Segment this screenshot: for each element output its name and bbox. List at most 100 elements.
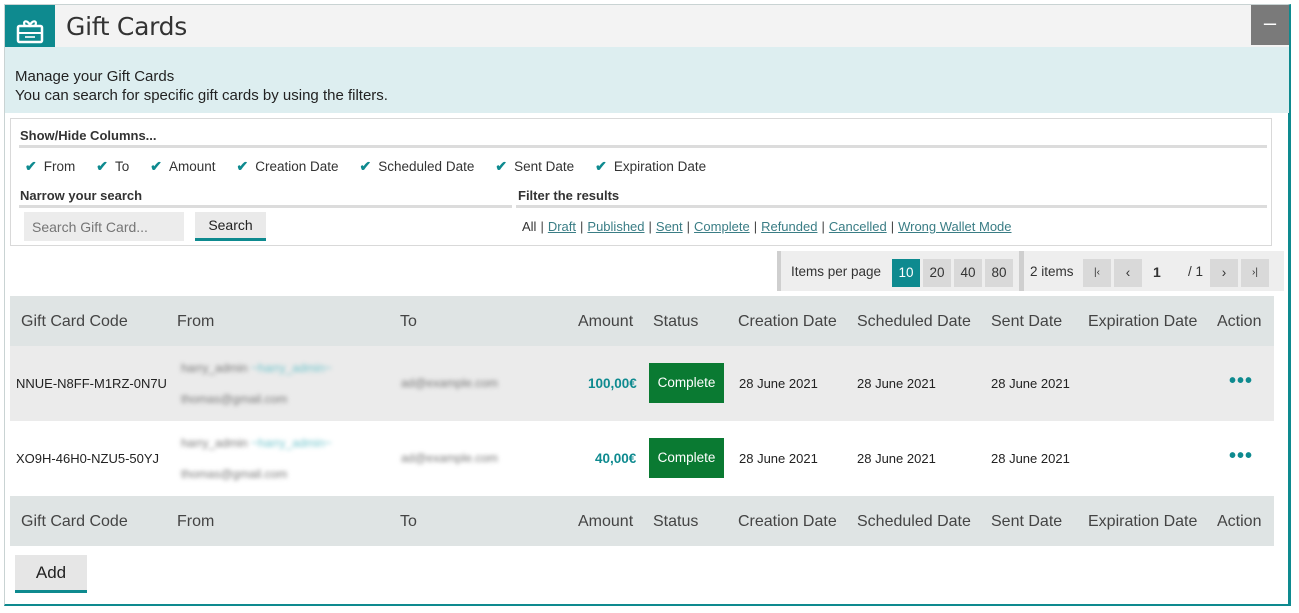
column-toggle-scheduled-date[interactable]: ✔ Scheduled Date [360, 158, 475, 175]
filter-wrong-wallet-mode[interactable]: Wrong Wallet Mode [898, 219, 1011, 234]
filter-refunded[interactable]: Refunded [761, 219, 817, 234]
page-size-10[interactable]: 10 [892, 259, 920, 287]
check-icon: ✔ [96, 158, 108, 174]
intro-line-1: Manage your Gift Cards [15, 68, 175, 85]
check-icon: ✔ [359, 158, 372, 174]
divider [516, 205, 1267, 208]
check-icon: ✔ [595, 158, 607, 174]
search-input[interactable] [24, 212, 184, 241]
col-amount[interactable]: Amount [578, 513, 633, 531]
filter-results-label: Filter the results [518, 188, 620, 203]
items-per-page-label: Items per page [791, 264, 882, 279]
column-toggle-to[interactable]: ✔ To [96, 158, 129, 175]
to-email: ad@example.com [401, 451, 498, 465]
column-toggle-sent-date[interactable]: ✔ Sent Date [495, 158, 574, 175]
col-action: Action [1217, 313, 1262, 330]
page-size-20[interactable]: 20 [923, 259, 951, 287]
check-icon: ✔ [150, 158, 162, 174]
divider [19, 205, 512, 208]
filter-draft[interactable]: Draft [548, 219, 576, 234]
check-icon: ✔ [495, 158, 508, 174]
show-hide-columns-label: Show/Hide Columns... [20, 128, 157, 143]
col-creation-date[interactable]: Creation Date [738, 313, 837, 331]
column-toggle-creation-date[interactable]: ✔ Creation Date [237, 158, 339, 175]
next-page-icon[interactable]: › [1210, 259, 1238, 287]
col-scheduled-date[interactable]: Scheduled Date [857, 313, 971, 331]
from-email: thomas@gmail.com [181, 467, 288, 481]
page-size-40[interactable]: 40 [954, 259, 982, 287]
col-sent-date[interactable]: Sent Date [991, 313, 1062, 331]
search-button[interactable]: Search [195, 212, 266, 241]
col-from[interactable]: From [177, 513, 214, 531]
total-pages: / 1 [1188, 264, 1204, 279]
panel-header: Gift Cards – [5, 5, 1289, 56]
col-creation-date[interactable]: Creation Date [738, 513, 837, 531]
col-status[interactable]: Status [653, 513, 698, 531]
col-amount[interactable]: Amount [578, 313, 633, 331]
intro-line-2: You can search for specific gift cards b… [15, 87, 388, 104]
current-page[interactable]: 1 [1153, 264, 1161, 280]
column-checkboxes: ✔ From ✔ To ✔ Amount ✔ Creation Date ✔ Schedu… [25, 158, 727, 175]
filter-sent[interactable]: Sent [656, 219, 683, 234]
col-to[interactable]: To [400, 313, 417, 331]
sent-date: 28 June 2021 [991, 376, 1070, 391]
from-email: thomas@gmail.com [181, 392, 288, 406]
table-row: XO9H-46H0-NZU5-50YJ harry_admin ~harry_a… [10, 421, 1274, 496]
col-expiration-date[interactable]: Expiration Date [1088, 313, 1197, 331]
column-toggle-expiration-date[interactable]: ✔ Expiration Date [595, 158, 706, 175]
col-scheduled-date[interactable]: Scheduled Date [857, 513, 971, 531]
from-name: harry_admin ~harry_admin~ [181, 361, 332, 375]
checkbox-label: To [114, 159, 130, 174]
col-gift-card-code[interactable]: Gift Card Code [21, 313, 128, 331]
table-footer: Gift Card Code From To Amount Status Cre… [10, 496, 1274, 546]
intro-box: Manage your Gift Cards You can search fo… [5, 47, 1289, 113]
checkbox-label: Amount [168, 159, 216, 174]
col-status[interactable]: Status [653, 313, 698, 331]
page-size-80[interactable]: 80 [985, 259, 1013, 287]
narrow-search-label: Narrow your search [20, 188, 143, 203]
col-action: Action [1217, 513, 1262, 530]
prev-page-icon[interactable]: ‹ [1114, 259, 1142, 287]
to-email: ad@example.com [401, 376, 498, 390]
checkbox-label: Creation Date [255, 159, 339, 174]
page-title: Gift Cards [66, 12, 187, 41]
collapse-button[interactable]: – [1251, 5, 1289, 45]
check-icon: ✔ [236, 158, 249, 174]
filter-all[interactable]: All [522, 219, 536, 234]
status-badge: Complete [649, 363, 724, 403]
filter-cancelled[interactable]: Cancelled [829, 219, 887, 234]
table-row: NNUE-N8FF-M1RZ-0N7U harry_admin ~harry_a… [10, 346, 1274, 421]
column-toggle-from[interactable]: ✔ From [25, 158, 75, 175]
scheduled-date: 28 June 2021 [857, 451, 936, 466]
filter-complete[interactable]: Complete [694, 219, 750, 234]
col-gift-card-code[interactable]: Gift Card Code [21, 513, 128, 531]
creation-date: 28 June 2021 [739, 376, 818, 391]
last-page-icon[interactable]: ›| [1241, 259, 1269, 287]
gift-card-code: XO9H-46H0-NZU5-50YJ [16, 451, 160, 466]
amount: 40,00€ [595, 451, 637, 466]
add-button[interactable]: Add [15, 555, 87, 593]
column-toggle-amount[interactable]: ✔ Amount [150, 158, 215, 175]
col-sent-date[interactable]: Sent Date [991, 513, 1062, 531]
more-actions-icon[interactable]: ••• [1229, 445, 1253, 468]
status-badge: Complete [649, 438, 724, 478]
status-filter-links: All | Draft | Published | Sent | Complete | Refund… [522, 219, 1012, 234]
gift-cards-table: Gift Card Code From To Amount Status Cre… [10, 296, 1274, 546]
table-header: Gift Card Code From To Amount Status Cre… [10, 296, 1274, 346]
col-to[interactable]: To [400, 513, 417, 531]
col-from[interactable]: From [177, 313, 214, 331]
filter-published[interactable]: Published [587, 219, 644, 234]
pager-divider [1019, 251, 1024, 291]
creation-date: 28 June 2021 [739, 451, 818, 466]
more-actions-icon[interactable]: ••• [1229, 370, 1253, 393]
sent-date: 28 June 2021 [991, 451, 1070, 466]
first-page-icon[interactable]: |‹ [1083, 259, 1111, 287]
col-expiration-date[interactable]: Expiration Date [1088, 513, 1197, 531]
checkbox-label: Expiration Date [613, 159, 707, 174]
checkbox-label: Scheduled Date [378, 159, 475, 174]
checkbox-label: Sent Date [514, 159, 575, 174]
check-icon: ✔ [25, 158, 37, 174]
amount: 100,00€ [588, 376, 637, 391]
divider [19, 145, 1267, 148]
scheduled-date: 28 June 2021 [857, 376, 936, 391]
